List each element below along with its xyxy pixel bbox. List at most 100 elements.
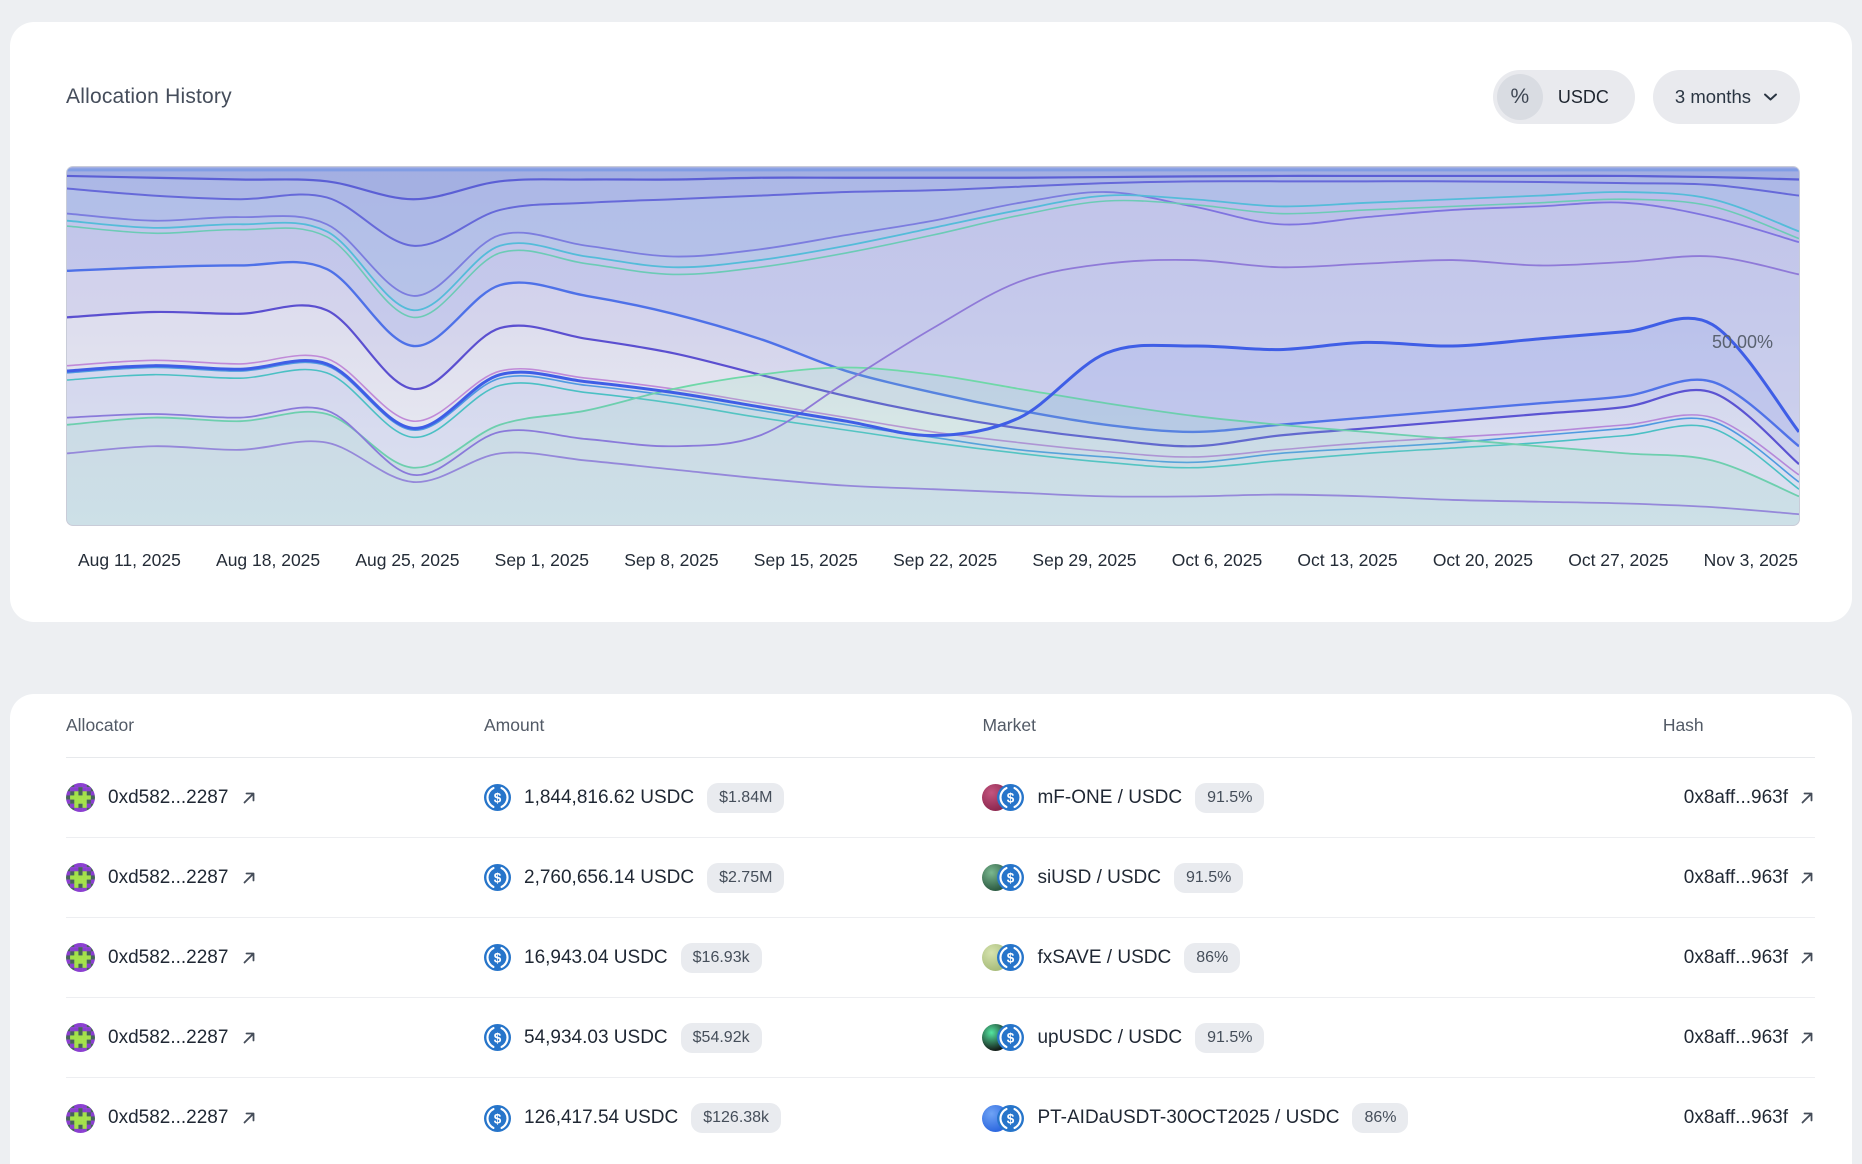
stream-chart-canvas [67,167,1799,525]
table-body: 0xd582...2287 $ 1,844,816.62 USDC $1.84M… [66,758,1815,1158]
amount-usd-badge: $54.92k [681,1023,762,1053]
svg-text:$: $ [1007,1111,1015,1126]
percent-icon[interactable]: % [1497,74,1543,120]
x-axis-label: Oct 27, 2025 [1568,550,1668,571]
column-header-amount: Amount [484,715,982,736]
usdc-icon: $ [484,784,511,811]
usdc-icon: $ [997,944,1024,971]
amount-value: 2,760,656.14 USDC [524,867,694,889]
svg-text:$: $ [494,950,502,965]
hash-link[interactable]: 0x8aff...963f [1684,947,1788,969]
table-row: 0xd582...2287 $ 126,417.54 USDC $126.38k… [66,1078,1815,1158]
y-axis-label: 50.00% [1712,332,1773,353]
column-header-allocator: Allocator [66,715,484,736]
market-token-icons: $ [982,944,1024,971]
allocator-address: 0xd582...2287 [108,1107,228,1129]
usdc-icon: $ [484,944,511,971]
market-percent-badge: 86% [1184,943,1240,973]
allocator-cell: 0xd582...2287 [66,1023,484,1052]
unit-toggle[interactable]: % USDC [1493,70,1635,124]
svg-text:$: $ [1007,1030,1015,1045]
external-link-icon[interactable] [241,870,257,886]
range-selector-label: 3 months [1675,86,1751,108]
svg-text:$: $ [494,1030,502,1045]
svg-text:$: $ [494,870,502,885]
market-cell: $ siUSD / USDC 91.5% [982,863,1662,893]
amount-cell: $ 1,844,816.62 USDC $1.84M [484,783,982,813]
allocator-avatar [66,943,95,972]
x-axis-label: Sep 8, 2025 [624,550,718,571]
allocator-address: 0xd582...2287 [108,1027,228,1049]
hash-link[interactable]: 0x8aff...963f [1684,787,1788,809]
usdc-icon: $ [997,1024,1024,1051]
hash-cell: 0x8aff...963f [1663,1107,1815,1129]
svg-text:$: $ [494,790,502,805]
market-name: siUSD / USDC [1037,867,1161,889]
hash-cell: 0x8aff...963f [1663,1027,1815,1049]
external-link-icon[interactable] [1799,870,1815,886]
table-row: 0xd582...2287 $ 2,760,656.14 USDC $2.75M… [66,838,1815,918]
external-link-icon[interactable] [241,790,257,806]
market-token-icons: $ [982,1105,1024,1132]
external-link-icon[interactable] [1799,950,1815,966]
usdc-icon: $ [484,1105,511,1132]
amount-cell: $ 54,934.03 USDC $54.92k [484,1023,982,1053]
unit-toggle-label[interactable]: USDC [1558,87,1609,108]
market-name: PT-AIDaUSDT-30OCT2025 / USDC [1037,1107,1339,1129]
external-link-icon[interactable] [1799,1030,1815,1046]
table-row: 0xd582...2287 $ 1,844,816.62 USDC $1.84M… [66,758,1815,838]
x-axis-label: Oct 6, 2025 [1172,550,1262,571]
amount-cell: $ 2,760,656.14 USDC $2.75M [484,863,982,893]
chevron-down-icon [1763,92,1778,102]
market-percent-badge: 91.5% [1174,863,1243,893]
market-name: mF-ONE / USDC [1037,787,1182,809]
usdc-icon: $ [997,784,1024,811]
x-axis-label: Aug 11, 2025 [78,550,181,571]
column-header-hash: Hash [1663,715,1815,736]
x-axis-label: Oct 20, 2025 [1433,550,1533,571]
market-token-icons: $ [982,864,1024,891]
market-cell: $ mF-ONE / USDC 91.5% [982,783,1662,813]
hash-cell: 0x8aff...963f [1663,867,1815,889]
allocation-stream-chart[interactable]: 50.00% [66,166,1800,526]
amount-value: 54,934.03 USDC [524,1027,668,1049]
x-axis-label: Sep 22, 2025 [893,550,997,571]
market-cell: $ fxSAVE / USDC 86% [982,943,1662,973]
external-link-icon[interactable] [241,1110,257,1126]
external-link-icon[interactable] [241,950,257,966]
table-row: 0xd582...2287 $ 16,943.04 USDC $16.93k $… [66,918,1815,998]
allocator-cell: 0xd582...2287 [66,943,484,972]
x-axis-label: Sep 29, 2025 [1032,550,1136,571]
amount-usd-badge: $1.84M [707,783,784,813]
chart-controls: % USDC 3 months [1493,70,1800,124]
hash-link[interactable]: 0x8aff...963f [1684,867,1788,889]
chart-header: Allocation History % USDC 3 months [66,70,1800,124]
hash-link[interactable]: 0x8aff...963f [1684,1107,1788,1129]
usdc-icon: $ [484,1024,511,1051]
market-token-icons: $ [982,784,1024,811]
svg-text:$: $ [1007,790,1015,805]
range-selector[interactable]: 3 months [1653,70,1800,124]
amount-usd-badge: $2.75M [707,863,784,893]
external-link-icon[interactable] [241,1030,257,1046]
table-row: 0xd582...2287 $ 54,934.03 USDC $54.92k $… [66,998,1815,1078]
x-axis-label: Nov 3, 2025 [1704,550,1798,571]
x-axis-label: Aug 25, 2025 [355,550,459,571]
allocations-table-card: Allocator Amount Market Hash 0xd582...22… [10,694,1852,1164]
allocator-address: 0xd582...2287 [108,867,228,889]
x-axis: Aug 11, 2025 Aug 18, 2025 Aug 25, 2025 Sep … [78,550,1798,571]
x-axis-label: Aug 18, 2025 [216,550,320,571]
usdc-icon: $ [997,1105,1024,1132]
x-axis-label: Sep 1, 2025 [495,550,589,571]
market-cell: $ PT-AIDaUSDT-30OCT2025 / USDC 86% [982,1103,1662,1133]
allocator-address: 0xd582...2287 [108,947,228,969]
amount-value: 126,417.54 USDC [524,1107,678,1129]
external-link-icon[interactable] [1799,1110,1815,1126]
hash-link[interactable]: 0x8aff...963f [1684,1027,1788,1049]
allocator-cell: 0xd582...2287 [66,783,484,812]
external-link-icon[interactable] [1799,790,1815,806]
usdc-icon: $ [484,864,511,891]
market-percent-badge: 86% [1352,1103,1408,1133]
market-percent-badge: 91.5% [1195,1023,1264,1053]
amount-cell: $ 16,943.04 USDC $16.93k [484,943,982,973]
